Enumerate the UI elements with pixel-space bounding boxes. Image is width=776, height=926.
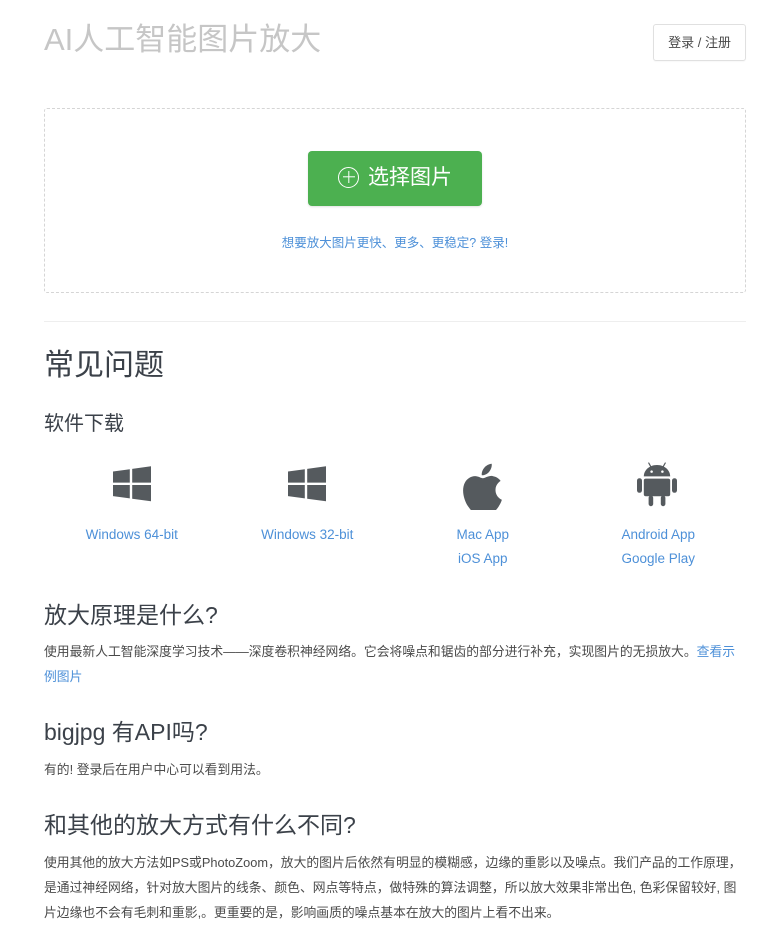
page-root: AI人工智能图片放大 登录 / 注册 选择图片 想要放大图片更快、更多、更稳定?… — [0, 0, 776, 920]
upgrade-login-hint-link[interactable]: 想要放大图片更快、更多、更稳定? 登录! — [282, 232, 508, 251]
download-column-android: Android App Google Play — [571, 456, 747, 567]
download-column-apple: Mac App iOS App — [395, 456, 571, 567]
upload-section: 选择图片 想要放大图片更快、更多、更稳定? 登录! — [0, 108, 776, 293]
faq-item: 放大原理是什么? 使用最新人工智能深度学习技术——深度卷积神经网络。它会将噪点和… — [44, 601, 746, 691]
select-image-label: 选择图片 — [368, 165, 452, 189]
faq-answer-text: 使用最新人工智能深度学习技术——深度卷积神经网络。它会将噪点和锯齿的部分进行补充… — [44, 644, 697, 660]
login-register-button[interactable]: 登录 / 注册 — [653, 24, 746, 61]
download-link[interactable]: iOS App — [458, 551, 508, 567]
download-link[interactable]: Android App — [621, 527, 695, 543]
download-link[interactable]: Mac App — [456, 527, 509, 543]
faq-question: bigjpg 有API吗? — [44, 719, 208, 746]
plus-circle-icon — [338, 166, 359, 188]
select-image-button[interactable]: 选择图片 — [308, 150, 482, 206]
windows-icon — [109, 456, 155, 512]
faq-question: 和其他的放大方式有什么不同? — [44, 812, 356, 839]
upload-dropzone[interactable]: 选择图片 想要放大图片更快、更多、更稳定? 登录! — [44, 108, 746, 293]
faq-question: 放大原理是什么? — [44, 601, 218, 628]
download-list: Windows 64-bit Windows 32-bit Mac App iO… — [44, 456, 746, 567]
faq-item: 和其他的放大方式有什么不同? 使用其他的放大方法如PS或PhotoZoom，放大… — [44, 811, 746, 926]
faq-item: bigjpg 有API吗? 有的! 登录后在用户中心可以看到用法。 — [44, 718, 746, 783]
download-column-windows-64: Windows 64-bit — [44, 456, 220, 567]
faq-answer: 使用最新人工智能深度学习技术——深度卷积神经网络。它会将噪点和锯齿的部分进行补充… — [44, 640, 746, 690]
page-title: AI人工智能图片放大 — [44, 22, 322, 57]
section-divider — [44, 321, 746, 322]
faq-heading: 常见问题 — [44, 349, 164, 382]
faq-answer: 使用其他的放大方法如PS或PhotoZoom，放大的图片后依然有明显的模糊感，边… — [44, 851, 746, 926]
faq-answer-text: 使用其他的放大方法如PS或PhotoZoom，放大的图片后依然有明显的模糊感，边… — [44, 854, 742, 920]
faq-answer-text: 有的! 登录后在用户中心可以看到用法。 — [44, 762, 269, 778]
apple-icon — [461, 456, 505, 512]
download-link[interactable]: Google Play — [621, 551, 695, 567]
page-header: AI人工智能图片放大 登录 / 注册 — [0, 0, 776, 74]
download-link[interactable]: Windows 32-bit — [261, 527, 353, 543]
download-link[interactable]: Windows 64-bit — [86, 527, 178, 543]
faq-answer: 有的! 登录后在用户中心可以看到用法。 — [44, 758, 746, 783]
download-column-windows-32: Windows 32-bit — [220, 456, 396, 567]
faq-section: 常见问题 软件下载 Windows 64-bit Windows 32-bit … — [0, 321, 776, 926]
android-icon — [635, 456, 681, 512]
windows-icon — [284, 456, 330, 512]
software-download-heading: 软件下载 — [44, 413, 124, 435]
